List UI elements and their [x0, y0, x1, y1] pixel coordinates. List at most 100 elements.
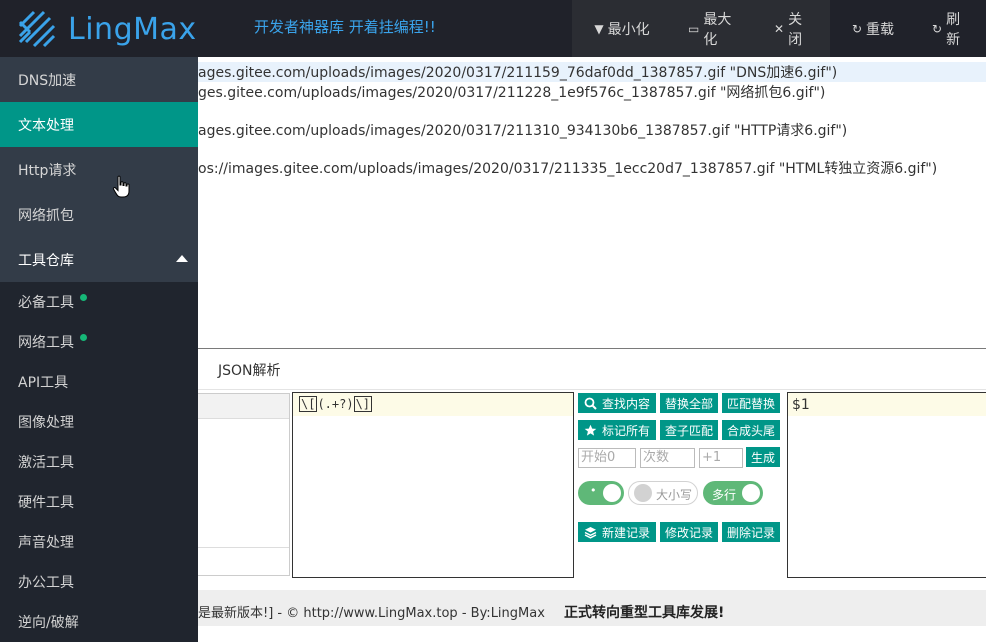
- toggle-multiline-label: 多行: [712, 488, 737, 502]
- replace-line: $1: [788, 393, 986, 416]
- sidebar-subitem-label: 激活工具: [18, 455, 74, 471]
- regex-line: \[(.+?) \]: [293, 393, 573, 416]
- sidebar-subitem-label: 声音处理: [18, 535, 74, 551]
- star-icon: [584, 424, 597, 436]
- sidebar-subitem-label: 办公工具: [18, 575, 74, 591]
- sidebar-item-capture[interactable]: 网络抓包: [0, 192, 198, 237]
- match-replace-button[interactable]: 匹配替换: [722, 393, 780, 413]
- record-list[interactable]: [198, 393, 290, 576]
- merge-head-tail-button[interactable]: 合成头尾: [722, 420, 780, 440]
- window-icon: ▭: [688, 21, 700, 36]
- toggle-knob: [742, 484, 760, 502]
- sidebar-subitem-api[interactable]: API工具: [0, 362, 198, 402]
- footer: 是最新版本!] - © http://www.LingMax.top - By:…: [198, 590, 986, 626]
- find-button[interactable]: 查找内容: [578, 393, 656, 413]
- toggle-dot-icon: •: [590, 484, 597, 497]
- sidebar-group-label: 工具仓库: [18, 252, 74, 269]
- sidebar-subitem-activation[interactable]: 激活工具: [0, 442, 198, 482]
- regex-bracket-close: \]: [353, 396, 373, 412]
- start-input[interactable]: 开始0: [578, 448, 636, 468]
- new-record-label: 新建记录: [601, 525, 650, 540]
- close-button[interactable]: ✕ 关闭: [758, 0, 830, 57]
- refresh-icon: ↻: [932, 21, 943, 36]
- sidebar-subitem-hardware[interactable]: 硬件工具: [0, 482, 198, 522]
- new-record-button[interactable]: 新建记录: [578, 522, 656, 542]
- tab-json-parse[interactable]: JSON解析: [218, 360, 281, 380]
- sidebar-group-tools[interactable]: 工具仓库: [0, 237, 198, 282]
- caret-up-icon: [176, 255, 188, 262]
- hand-cursor-icon: [112, 175, 130, 198]
- sidebar-subitem-reverse[interactable]: 逆向/破解: [0, 602, 198, 642]
- replace-all-label: 替换全部: [664, 396, 713, 411]
- edit-record-label: 修改记录: [664, 525, 713, 540]
- text-editor[interactable]: ages.gitee.com/uploads/images/2020/0317/…: [198, 57, 986, 348]
- new-dot-icon: [80, 333, 87, 341]
- replace-input[interactable]: $1: [787, 392, 986, 578]
- reload-icon: ↻: [851, 21, 863, 36]
- sidebar-subitem-label: 必备工具: [18, 295, 74, 311]
- slogan: 开发者神器库 开着挂编程!!: [254, 18, 436, 36]
- count-input[interactable]: 次数: [640, 448, 695, 468]
- refresh-button[interactable]: ↻ 刷新: [916, 0, 986, 57]
- layers-icon: [584, 526, 597, 539]
- regex-pattern: (.+?): [317, 397, 354, 411]
- delete-record-label: 删除记录: [726, 525, 775, 540]
- reload-button[interactable]: ↻ 重载: [830, 0, 916, 57]
- mark-all-button[interactable]: 标记所有: [578, 420, 656, 440]
- close-label: 关闭: [788, 11, 803, 48]
- refresh-label: 刷新: [946, 11, 961, 48]
- toggle-global[interactable]: •: [578, 481, 624, 505]
- sidebar-subitem-network[interactable]: 网络工具: [0, 322, 198, 362]
- sidebar-subitem-image[interactable]: 图像处理: [0, 402, 198, 442]
- logo-icon: [18, 10, 56, 48]
- sub-match-button[interactable]: 查子匹配: [660, 420, 718, 440]
- sidebar-item-label: DNS加速: [18, 72, 77, 89]
- tab-bar: JSON解析: [198, 349, 986, 390]
- sidebar-subitem-label: 硬件工具: [18, 495, 74, 511]
- sidebar-item-dns[interactable]: DNS加速: [0, 57, 198, 102]
- logo: LingMax: [16, 8, 197, 50]
- toggle-knob: [634, 484, 652, 502]
- sidebar-subitem-audio[interactable]: 声音处理: [0, 522, 198, 562]
- sidebar-item-label: Http请求: [18, 162, 77, 179]
- reload-label: 重载: [866, 21, 895, 38]
- caret-down-icon: ▼: [594, 21, 604, 36]
- search-icon: [584, 397, 597, 410]
- maximize-label: 最大化: [703, 11, 732, 48]
- minimize-button[interactable]: ▼ 最小化: [572, 0, 672, 57]
- logo-text: LingMax: [68, 11, 197, 47]
- maximize-button[interactable]: ▭ 最大化: [672, 0, 758, 57]
- sub-match-label: 查子匹配: [664, 423, 713, 438]
- new-dot-icon: [80, 293, 87, 301]
- sidebar-item-label: 网络抓包: [18, 207, 74, 224]
- text-line: ages.gitee.com/uploads/images/2020/0317/…: [198, 123, 848, 139]
- record-list-header: [198, 394, 289, 419]
- replace-all-button[interactable]: 替换全部: [660, 393, 718, 413]
- window-controls: ▼ 最小化 ▭ 最大化 ✕ 关闭 ↻ 重载 ↻ 刷新: [572, 0, 986, 57]
- generate-label: 生成: [750, 450, 775, 465]
- text-line: os://images.gitee.com/uploads/images/202…: [198, 161, 938, 177]
- sidebar-item-http[interactable]: Http请求: [0, 147, 198, 192]
- edit-record-button[interactable]: 修改记录: [660, 522, 718, 542]
- sidebar-item-text[interactable]: 文本处理: [0, 102, 198, 147]
- text-line: ages.gitee.com/uploads/images/2020/0317/…: [198, 62, 986, 82]
- step-input[interactable]: +1: [699, 448, 743, 468]
- delete-record-button[interactable]: 删除记录: [722, 522, 780, 542]
- sidebar-subitem-label: 图像处理: [18, 415, 74, 431]
- app-header: LingMax 开发者神器库 开着挂编程!! ▼ 最小化 ▭ 最大化 ✕ 关闭 …: [0, 0, 986, 57]
- find-label: 查找内容: [601, 396, 650, 411]
- merge-label: 合成头尾: [726, 423, 775, 438]
- sidebar-subitem-office[interactable]: 办公工具: [0, 562, 198, 602]
- toggle-knob: [603, 484, 621, 502]
- sidebar-subitem-label: API工具: [18, 375, 69, 391]
- toggle-case-sensitive[interactable]: 大小写: [628, 481, 698, 505]
- mark-all-label: 标记所有: [601, 423, 650, 438]
- match-replace-label: 匹配替换: [726, 396, 775, 411]
- close-icon: ✕: [774, 21, 785, 36]
- sidebar-subitem-essential[interactable]: 必备工具: [0, 282, 198, 322]
- generate-button[interactable]: 生成: [746, 447, 780, 467]
- toggle-multiline[interactable]: 多行: [703, 481, 763, 505]
- footer-text: 是最新版本!] - © http://www.LingMax.top - By:…: [198, 606, 545, 621]
- regex-input[interactable]: \[(.+?) \]: [292, 392, 574, 578]
- sidebar-submenu: 必备工具 网络工具 API工具 图像处理 激活工具 硬件工具 声音处理 办公工具…: [0, 282, 198, 642]
